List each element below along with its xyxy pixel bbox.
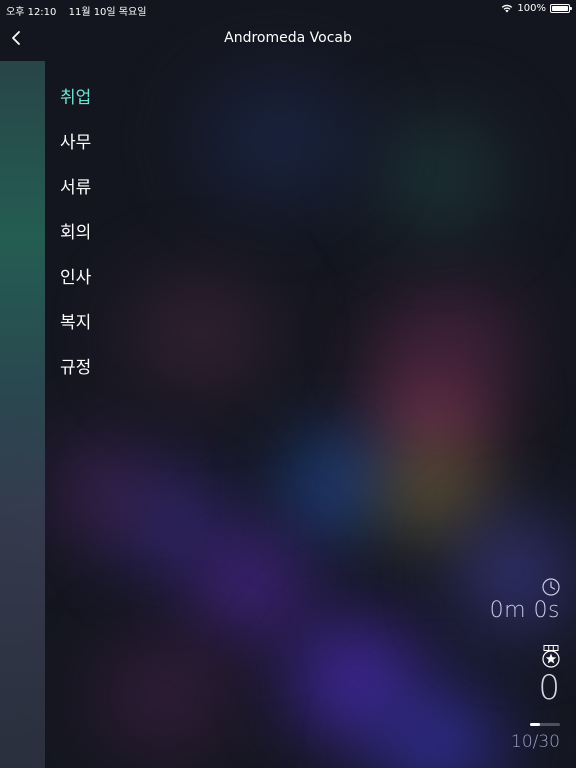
clock-icon	[542, 578, 560, 596]
battery-level	[552, 6, 568, 11]
progress-bar	[530, 723, 560, 726]
status-date: 11월 10일 목요일	[68, 7, 147, 18]
page-title: Andromeda Vocab	[224, 30, 352, 46]
battery-icon	[550, 4, 572, 13]
battery-percent: 100%	[517, 3, 546, 14]
category-item[interactable]: 취업	[60, 83, 91, 128]
score-value: 0	[538, 668, 560, 708]
category-item[interactable]: 규정	[60, 353, 91, 398]
side-panel-strip	[0, 61, 45, 768]
wifi-icon	[502, 4, 513, 13]
category-item[interactable]: 서류	[60, 173, 91, 218]
medal-star-icon	[542, 645, 560, 668]
category-item[interactable]: 사무	[60, 128, 91, 173]
status-bar: 오후 12:10 11월 10일 목요일 100%	[0, 0, 576, 18]
elapsed-time: 0m 0s	[489, 598, 560, 623]
category-list: 취업 사무 서류 회의 인사 복지 규정	[60, 83, 91, 398]
navigation-bar: Andromeda Vocab	[0, 18, 576, 60]
status-time: 오후 12:10	[6, 7, 57, 18]
progress-fill	[530, 723, 540, 726]
category-item[interactable]: 복지	[60, 308, 91, 353]
progress-count: 10/30	[511, 732, 560, 752]
category-item[interactable]: 인사	[60, 263, 91, 308]
category-item[interactable]: 회의	[60, 218, 91, 263]
